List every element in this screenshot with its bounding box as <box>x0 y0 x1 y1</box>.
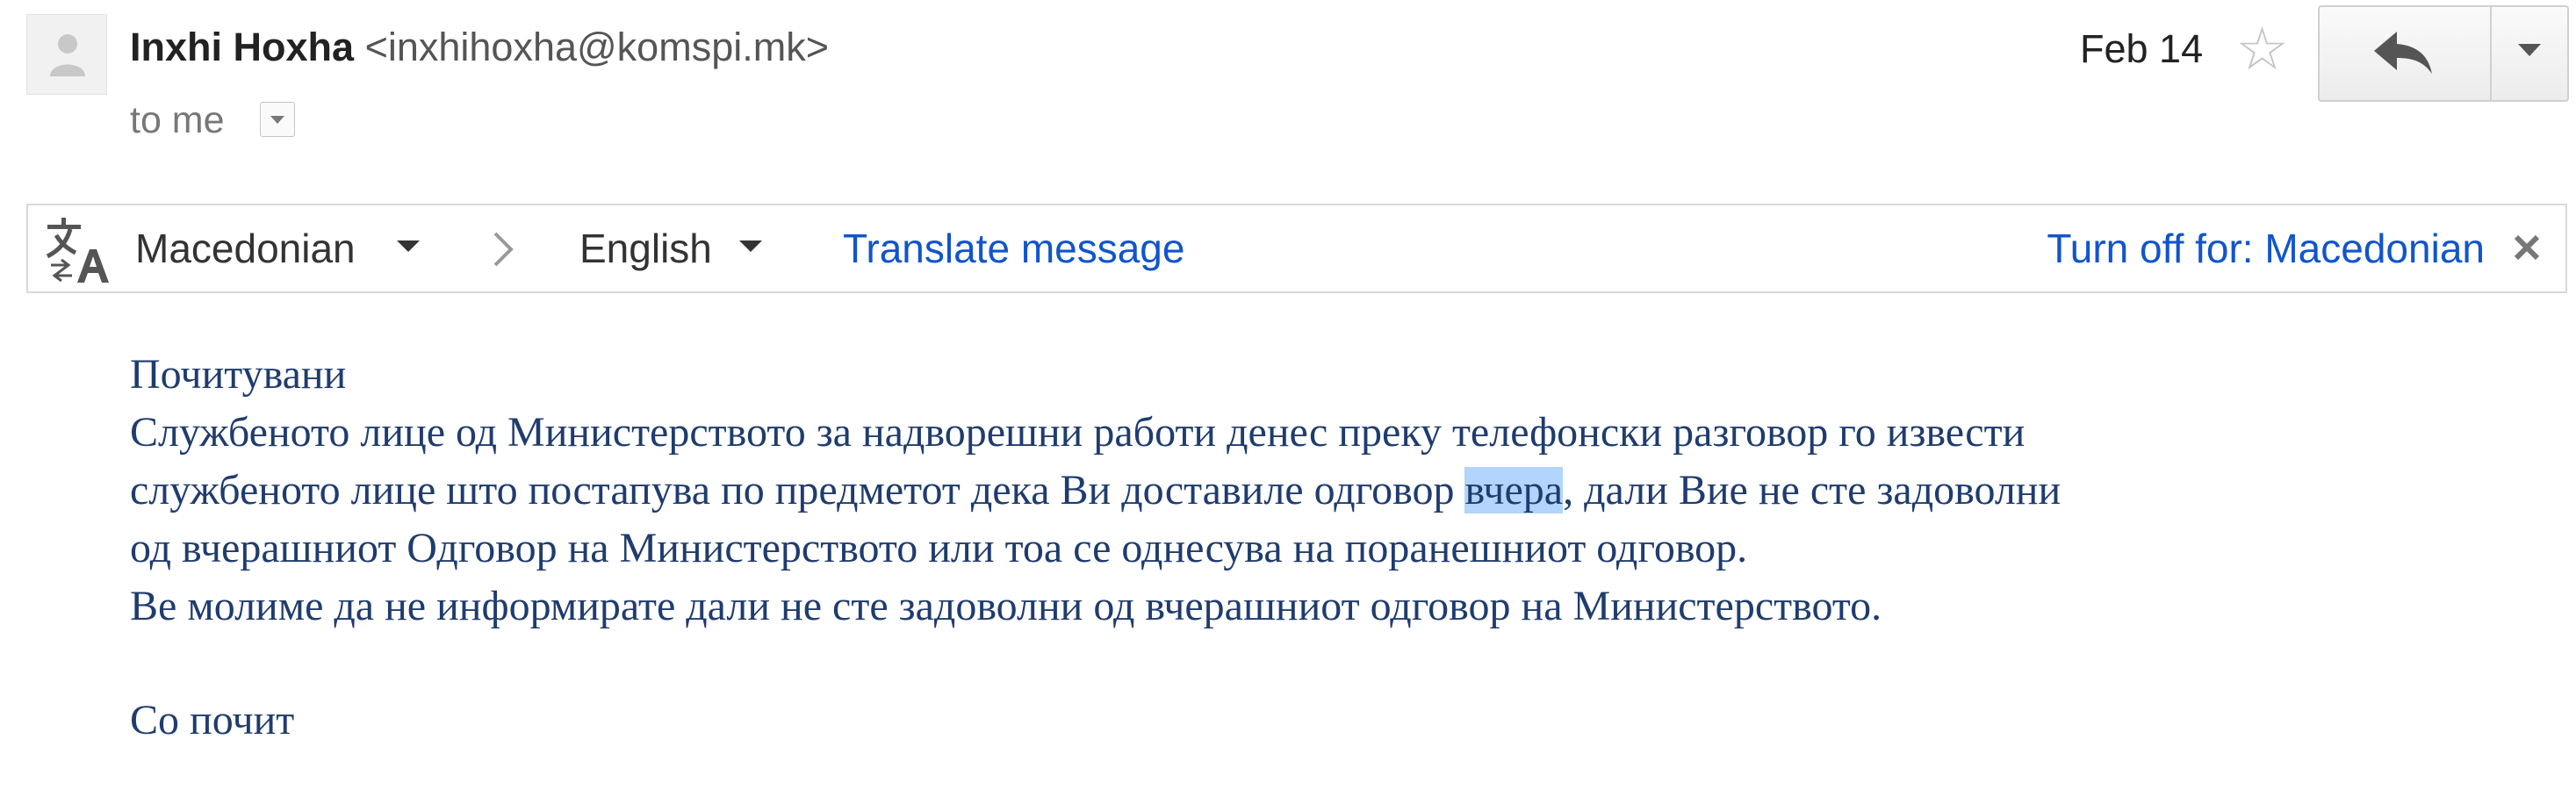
person-avatar-icon <box>50 34 85 76</box>
reply-icon <box>2374 32 2432 74</box>
turn-off-translation-link[interactable]: Turn off for: Macedonian <box>2047 223 2485 274</box>
chevron-down-icon[interactable] <box>739 240 762 252</box>
selected-word: вчера <box>1464 467 1564 513</box>
body-text-segment: службеното лице што постапува по предмет… <box>130 467 1465 513</box>
recipient-details-toggle[interactable] <box>260 102 295 137</box>
message-date: Feb 14 <box>2080 26 2204 71</box>
body-line: Службеното лице од Министерството за над… <box>130 409 2026 456</box>
reply-button[interactable] <box>2320 7 2492 100</box>
translate-icon <box>46 218 109 283</box>
star-icon[interactable]: ☆ <box>2235 18 2289 81</box>
sender-email: <inxhihoxha@komspi.mk> <box>364 25 829 69</box>
sender-name[interactable]: Inxhi Hoxha <box>130 25 354 69</box>
closing-line: Со почит <box>130 697 295 743</box>
greeting-line: Почитувани <box>130 351 347 398</box>
body-line: Ве молиме да не информирате дали не сте … <box>130 583 1882 629</box>
message-body: Почитувани Службеното лице од Министерст… <box>130 346 2553 750</box>
reply-button-group <box>2318 5 2569 102</box>
translate-bar: Macedonian English Translate message Tur… <box>26 204 2567 293</box>
chevron-down-icon[interactable] <box>397 240 420 252</box>
sender-avatar <box>26 14 107 95</box>
target-language-select[interactable]: English <box>579 223 712 274</box>
close-icon[interactable] <box>2511 232 2543 263</box>
body-line: службеното лице што постапува по предмет… <box>130 462 2553 520</box>
translate-message-link[interactable]: Translate message <box>843 223 1184 274</box>
recipient-label: to me <box>130 99 225 141</box>
sender-line: Inxhi Hoxha <inxhihoxha@komspi.mk> <box>130 21 829 74</box>
more-actions-button[interactable] <box>2492 7 2567 100</box>
body-text-segment: , дали Вие не сте задоволни <box>1563 467 2062 513</box>
source-language-select[interactable]: Macedonian <box>135 223 356 274</box>
body-line: од вчерашниот Одговор на Министерството … <box>130 525 1748 571</box>
chevron-right-icon <box>493 232 514 267</box>
